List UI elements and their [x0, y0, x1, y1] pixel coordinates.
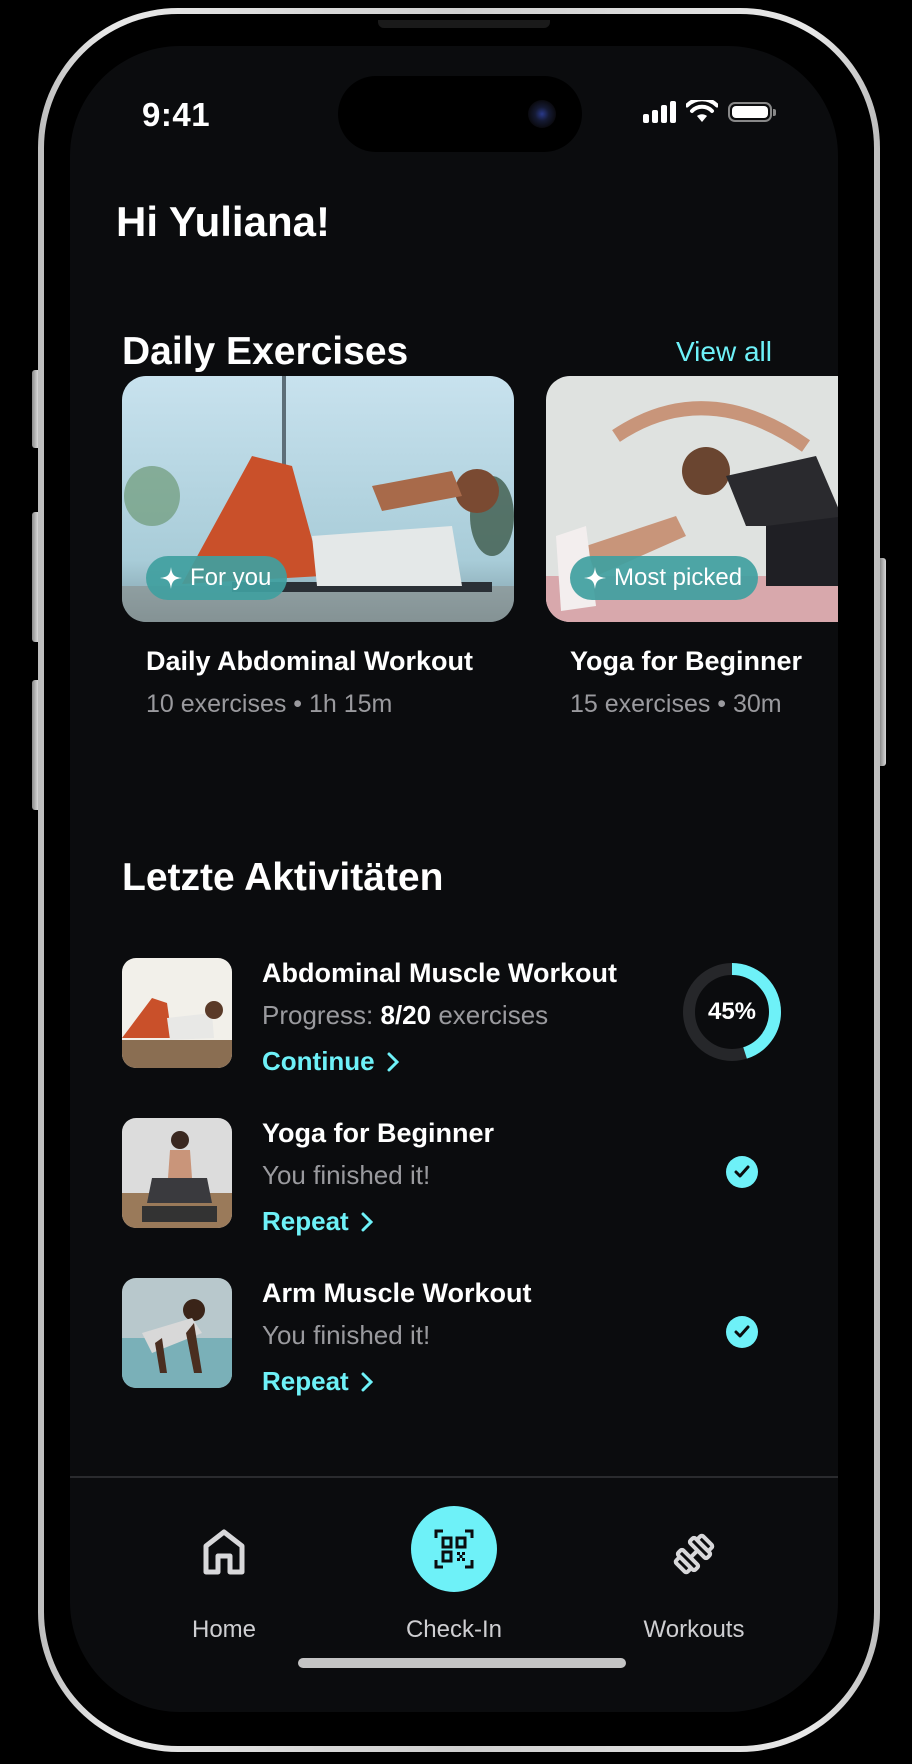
tab-bar: Home Check-In Workouts	[70, 1476, 838, 1712]
activity-title: Abdominal Muscle Workout	[262, 958, 618, 988]
repeat-button[interactable]: Repeat	[262, 1366, 373, 1397]
sparkle-icon	[584, 567, 606, 589]
card-title: Yoga for Beginner	[570, 646, 803, 676]
qr-code-icon	[434, 1529, 474, 1569]
activity-title: Yoga for Beginner	[262, 1118, 495, 1148]
repeat-label: Repeat	[262, 1366, 349, 1396]
activity-thumbnail	[122, 1118, 232, 1228]
dynamic-island	[338, 76, 582, 152]
sparkle-icon	[160, 567, 182, 589]
status-time: 9:41	[142, 96, 211, 133]
repeat-label: Repeat	[262, 1206, 349, 1236]
tab-label: Check-In	[405, 1616, 503, 1643]
badge-label: Most picked	[614, 564, 743, 591]
home-icon	[203, 1529, 245, 1575]
continue-label: Continue	[262, 1046, 375, 1076]
progress-ring: 45%	[682, 962, 782, 1062]
progress-suffix: exercises	[438, 1000, 549, 1030]
activity-thumbnail	[122, 1278, 232, 1388]
for-you-badge: For you	[146, 556, 288, 600]
power-button[interactable]	[880, 558, 886, 766]
dumbbell-icon	[673, 1533, 715, 1575]
earpiece	[378, 20, 550, 28]
continue-button[interactable]: Continue	[262, 1046, 399, 1077]
greeting: Hi Yuliana!	[116, 198, 330, 245]
activity-title: Arm Muscle Workout	[262, 1278, 532, 1308]
signal-icon	[643, 101, 676, 123]
card-subtitle: 10 exercises • 1h 15m	[146, 690, 393, 718]
view-all-link[interactable]: View all	[676, 336, 772, 368]
activity-thumbnail	[122, 958, 232, 1068]
most-picked-badge: Most picked	[570, 556, 759, 600]
activity-status: You finished it!	[262, 1320, 431, 1350]
activity-item: Yoga for Beginner You finished it! Repea…	[122, 1118, 782, 1236]
completed-check-icon	[726, 1316, 758, 1348]
status-bar: 9:41	[70, 46, 838, 166]
daily-exercises-title: Daily Exercises	[122, 330, 409, 373]
progress-percent: 45%	[707, 998, 757, 1025]
camera-icon	[528, 100, 556, 128]
exercise-image-abdominal: For you	[122, 376, 514, 622]
activity-item: Arm Muscle Workout You finished it! Repe…	[122, 1278, 782, 1396]
home-indicator[interactable]	[298, 1658, 626, 1668]
check-in-fab[interactable]	[411, 1506, 497, 1592]
card-title: Daily Abdominal Workout	[146, 646, 474, 676]
exercise-card[interactable]: For you Daily Abdominal Workout 10 exerc…	[122, 376, 514, 718]
exercise-image-yoga: Most picked	[546, 376, 838, 622]
tab-label: Workouts	[643, 1616, 745, 1643]
tab-label: Home	[191, 1616, 257, 1643]
phone-frame: 9:41 Hi Yuliana! Daily Exercises View al…	[38, 8, 880, 1752]
wifi-icon	[686, 100, 718, 122]
activity-status: You finished it!	[262, 1160, 431, 1190]
repeat-button[interactable]: Repeat	[262, 1206, 373, 1237]
badge-label: For you	[190, 564, 272, 591]
chevron-right-icon	[361, 1212, 373, 1231]
progress-value: 8/20	[380, 1000, 432, 1030]
chevron-right-icon	[361, 1372, 373, 1391]
progress-label: Progress:	[262, 1000, 374, 1030]
recent-activities-title: Letzte Aktivitäten	[122, 856, 444, 899]
chevron-right-icon	[387, 1052, 399, 1071]
battery-icon	[728, 102, 776, 122]
activity-item: Abdominal Muscle Workout Progress: 8/20 …	[122, 958, 782, 1076]
app-screen: 9:41 Hi Yuliana! Daily Exercises View al…	[70, 46, 838, 1712]
activity-progress: Progress: 8/20 exercises	[262, 1000, 548, 1031]
exercise-card[interactable]: Most picked Yoga for Beginner 15 exercis…	[546, 376, 838, 718]
card-subtitle: 15 exercises • 30m	[570, 690, 782, 718]
completed-check-icon	[726, 1156, 758, 1188]
